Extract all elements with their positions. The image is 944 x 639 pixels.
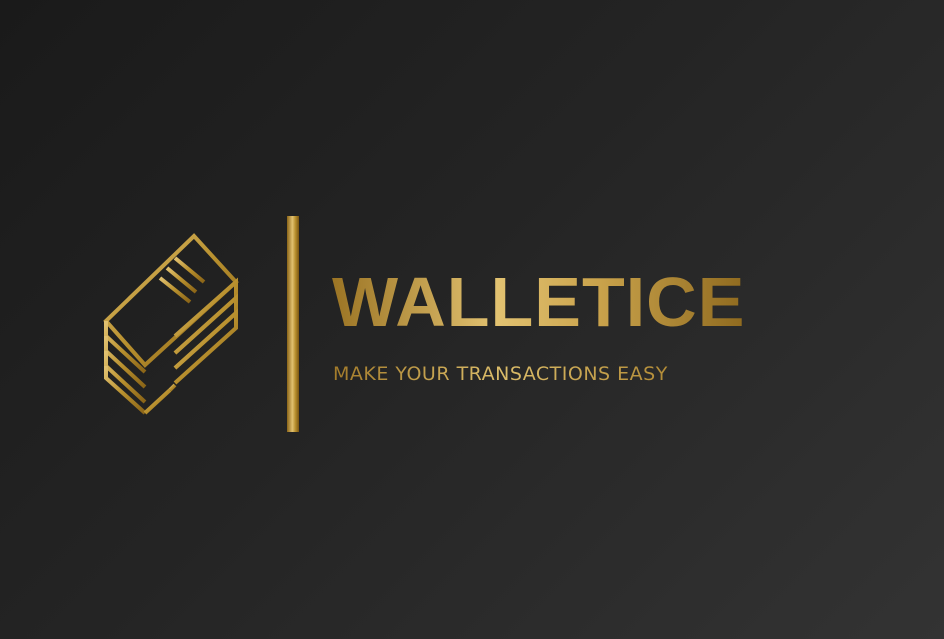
brand-tagline: MAKE YOUR TRANSACTIONS EASY — [333, 363, 668, 385]
money-stack-icon — [103, 233, 239, 415]
brand-name: WALLETICE — [332, 263, 746, 341]
vertical-divider — [287, 216, 299, 432]
